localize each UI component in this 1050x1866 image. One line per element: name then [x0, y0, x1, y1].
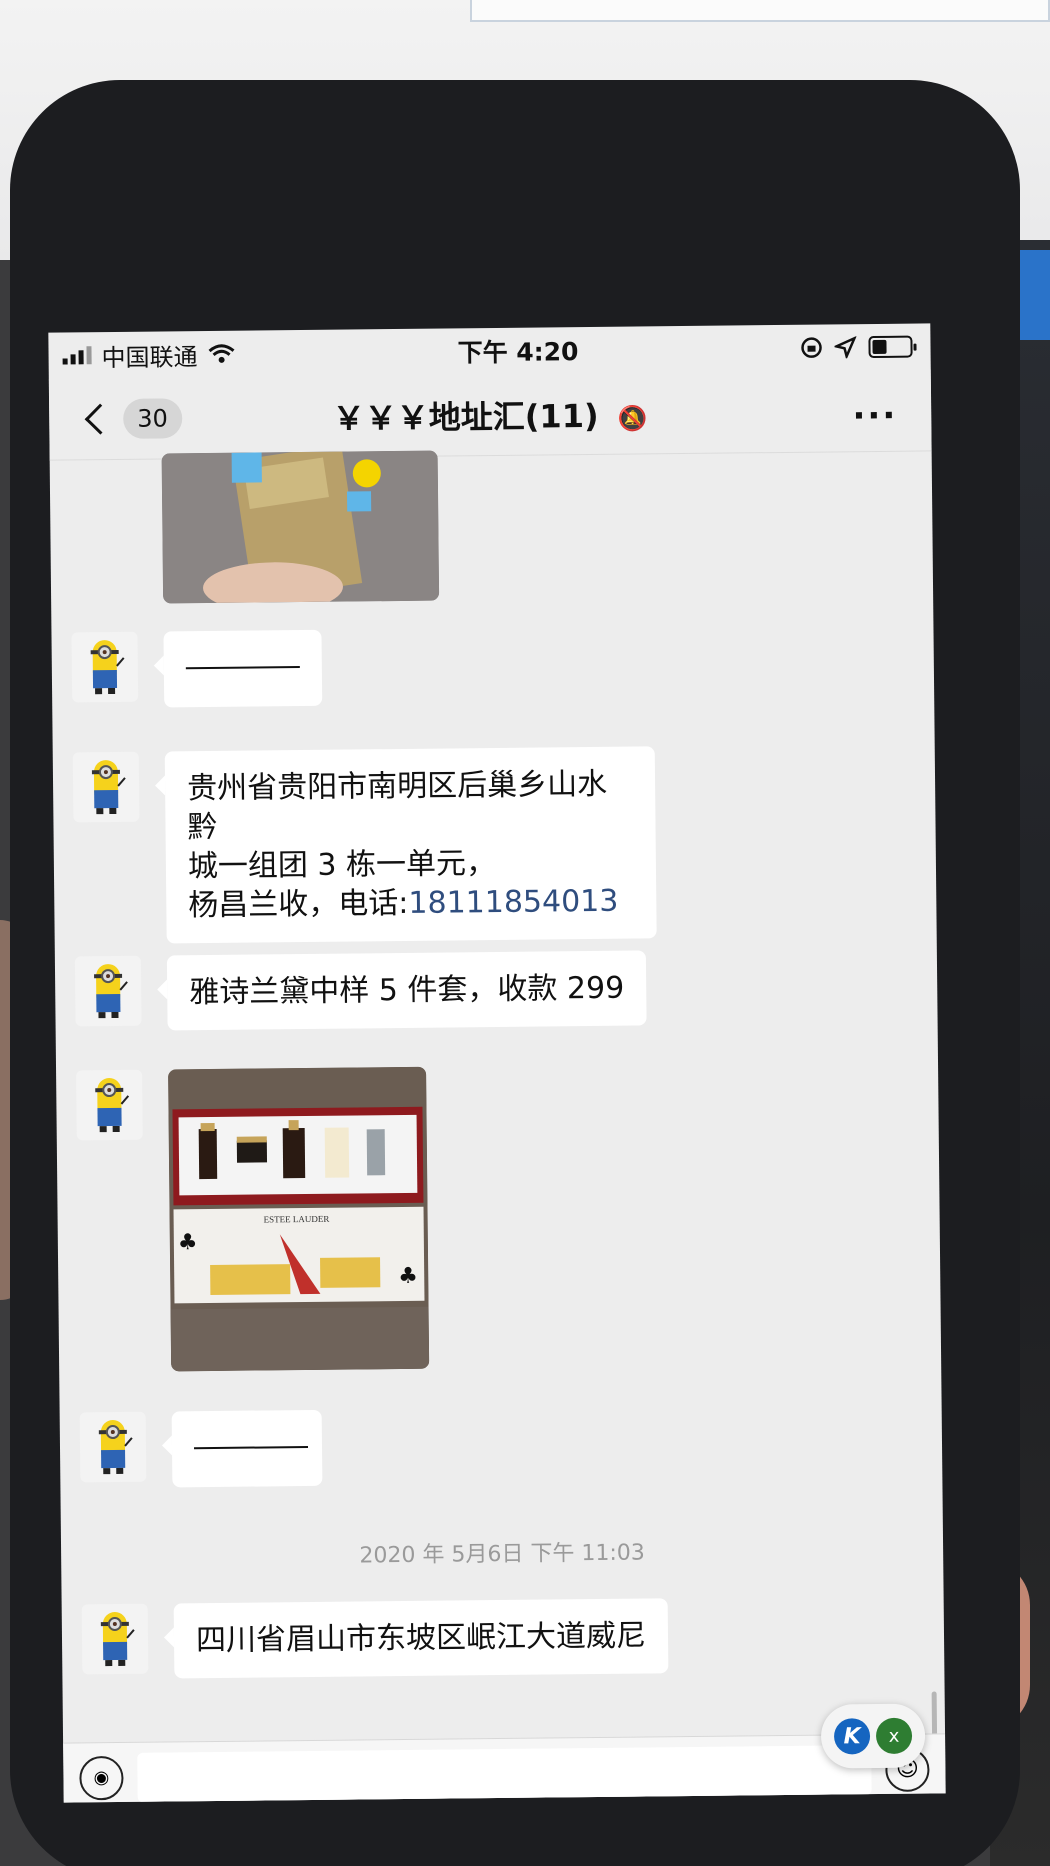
- estee-lauder-set-photo: ESTEE LAUDER ♣ ♣: [168, 1066, 430, 1372]
- voice-input-icon[interactable]: ◉: [79, 1755, 124, 1800]
- address-line-1: 贵州省贵阳市南明区后巢乡山水黔: [186, 766, 608, 846]
- avatar[interactable]: [81, 1603, 149, 1675]
- minion-avatar-icon: [100, 1612, 135, 1667]
- message-row: [70, 450, 440, 605]
- brand-text: ESTEE LAUDER: [264, 1214, 330, 1225]
- avatar[interactable]: [79, 1411, 147, 1483]
- address-line-2: 城一组团 3 栋一单元，: [187, 845, 497, 885]
- status-left: 中国联通: [62, 336, 235, 373]
- message-image[interactable]: ESTEE LAUDER ♣ ♣: [168, 1066, 430, 1372]
- location-arrow-icon: [834, 336, 857, 359]
- message-bubble[interactable]: 四川省眉山市东坡区岷江大道威尼: [173, 1598, 669, 1679]
- message-timestamp: 2020 年 5月6日 下午 11:03: [359, 1540, 645, 1569]
- minion-avatar-icon: [91, 760, 126, 815]
- chat-title-text: ￥￥￥地址汇(11): [332, 396, 599, 438]
- svg-text:♣: ♣: [398, 1264, 418, 1289]
- avatar[interactable]: [74, 955, 142, 1027]
- message-row: 贵州省贵阳市南明区后巢乡山水黔 城一组团 3 栋一单元， 杨昌兰收，电话:181…: [72, 746, 657, 944]
- input-bar: ◉ ☺: [63, 1733, 946, 1803]
- close-widget-icon[interactable]: x: [875, 1717, 913, 1755]
- message-row: [71, 629, 323, 709]
- message-row: 四川省眉山市东坡区岷江大道威尼: [81, 1598, 669, 1679]
- status-right: [800, 335, 913, 359]
- minion-avatar-icon: [90, 640, 125, 695]
- floating-widget[interactable]: K x: [820, 1703, 926, 1769]
- rotation-lock-icon: [801, 337, 822, 358]
- dash-line: [194, 1446, 309, 1450]
- message-input[interactable]: [137, 1744, 872, 1803]
- message-bubble[interactable]: 雅诗兰黛中样 5 件套，收款 299: [166, 950, 647, 1031]
- message-list[interactable]: 贵州省贵阳市南明区后巢乡山水黔 城一组团 3 栋一单元， 杨昌兰收，电话:181…: [50, 450, 945, 1762]
- battery-icon: [868, 335, 913, 359]
- message-bubble[interactable]: [171, 1409, 323, 1488]
- message-image[interactable]: [161, 450, 440, 604]
- mute-bell-icon: 🔕: [617, 403, 648, 433]
- phone-number-link[interactable]: 18111854013: [408, 884, 618, 921]
- address-line-3: 杨昌兰收，电话:18111854013: [188, 882, 634, 926]
- wifi-icon: [208, 344, 235, 363]
- recipient-text: 杨昌兰收，电话:: [188, 885, 409, 924]
- status-time: 下午 4:20: [457, 337, 579, 368]
- minion-avatar-icon: [94, 964, 128, 1019]
- minion-avatar-icon: [98, 1420, 133, 1475]
- signal-icon: [62, 346, 92, 365]
- message-row: 雅诗兰黛中样 5 件套，收款 299: [74, 950, 647, 1031]
- carrier-name: 中国联通: [101, 342, 198, 372]
- back-arrow-icon[interactable]: [84, 403, 116, 435]
- svg-text:♣: ♣: [178, 1230, 198, 1255]
- unread-count-badge[interactable]: 30: [123, 397, 182, 439]
- message-bubble[interactable]: 贵州省贵阳市南明区后巢乡山水黔 城一组团 3 栋一单元， 杨昌兰收，电话:181…: [164, 746, 657, 944]
- dash-line: [185, 666, 300, 670]
- background-monitor-bar: [470, 0, 1050, 22]
- avatar[interactable]: [76, 1069, 143, 1141]
- chat-header: 30 ￥￥￥地址汇(11) 🔕 ···: [48, 369, 932, 461]
- message-row: [79, 1409, 323, 1489]
- avatar[interactable]: [72, 751, 140, 823]
- app-k-icon[interactable]: K: [833, 1718, 871, 1755]
- avatar[interactable]: [71, 631, 139, 703]
- message-bubble[interactable]: [163, 629, 323, 708]
- more-options-icon[interactable]: ···: [852, 396, 897, 436]
- sunscreen-photo: [161, 450, 440, 604]
- phone-screen: 中国联通 下午 4:20 30 ￥￥￥地址汇(11) 🔕 ··· 贵州省贵阳市南…: [48, 323, 946, 1803]
- minion-avatar-icon: [95, 1078, 130, 1133]
- message-row: ESTEE LAUDER ♣ ♣: [76, 1066, 430, 1373]
